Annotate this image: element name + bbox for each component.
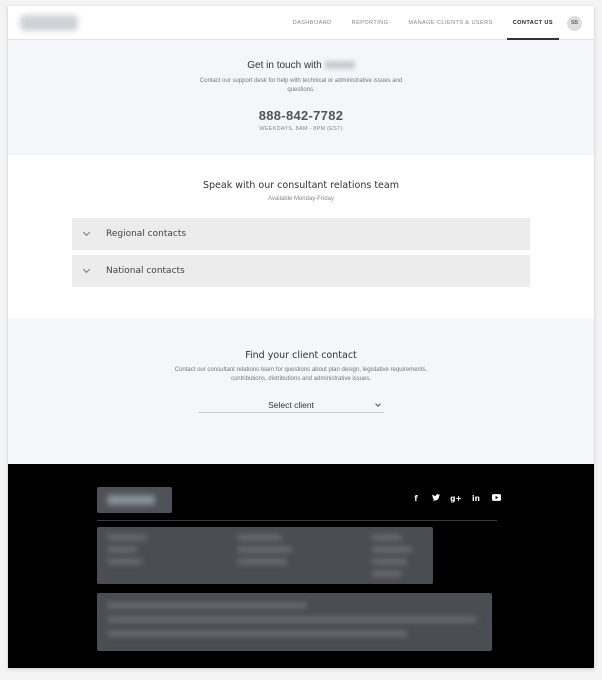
redacted-text bbox=[237, 559, 287, 564]
redacted-text bbox=[107, 547, 137, 552]
facebook-icon[interactable]: f bbox=[406, 494, 426, 503]
consultant-title: Speak with our consultant relations team bbox=[203, 180, 399, 191]
redacted-text bbox=[237, 547, 292, 552]
footer-logo-mark bbox=[107, 495, 155, 505]
client-contact-description: Contact our consultant relations team fo… bbox=[174, 367, 428, 382]
client-select-value: Select client bbox=[268, 400, 314, 410]
client-contact-title: Find your client contact bbox=[245, 350, 357, 361]
accordion-label: National contacts bbox=[106, 266, 185, 276]
nav-manage-clients-users[interactable]: MANAGE CLIENTS & USERS bbox=[398, 6, 502, 40]
support-phone[interactable]: 888-842-7782 bbox=[8, 108, 594, 123]
youtube-icon[interactable] bbox=[486, 494, 506, 503]
accordion-label: Regional contacts bbox=[106, 229, 187, 239]
client-contact-section: Find your client contact Contact our con… bbox=[8, 318, 594, 464]
redacted-text bbox=[372, 547, 412, 552]
nav-reporting[interactable]: REPORTING bbox=[342, 6, 399, 40]
footer-divider bbox=[97, 520, 497, 521]
support-section: Get in touch with Contact our support de… bbox=[8, 40, 594, 155]
brand-logo[interactable] bbox=[20, 15, 78, 31]
chevron-down-icon bbox=[83, 230, 91, 238]
nav-contact-us[interactable]: CONTACT US bbox=[503, 6, 563, 40]
google-plus-icon[interactable]: g+ bbox=[446, 494, 466, 503]
redacted-text bbox=[237, 535, 282, 540]
consultant-section: Speak with our consultant relations team… bbox=[8, 155, 594, 318]
page-frame: DASHBOARD REPORTING MANAGE CLIENTS & USE… bbox=[8, 6, 594, 668]
accordion-regional-contacts[interactable]: Regional contacts bbox=[72, 218, 530, 250]
consultant-subtitle: Available Monday-Friday bbox=[268, 196, 334, 202]
accordion-national-contacts[interactable]: National contacts bbox=[72, 255, 530, 287]
redacted-text bbox=[107, 617, 477, 622]
site-footer: f g+ in bbox=[8, 464, 594, 668]
social-links: f g+ in bbox=[406, 494, 506, 503]
redacted-text bbox=[107, 535, 147, 540]
footer-links-block bbox=[97, 527, 433, 584]
user-avatar[interactable]: SB bbox=[567, 15, 582, 31]
redacted-text bbox=[372, 559, 407, 564]
nav-dashboard[interactable]: DASHBOARD bbox=[283, 6, 342, 40]
support-description: Contact our support desk for help with t… bbox=[199, 78, 403, 93]
redacted-text bbox=[107, 603, 307, 608]
support-title: Get in touch with bbox=[8, 60, 594, 71]
chevron-down-icon bbox=[83, 267, 91, 275]
footer-legal-block bbox=[97, 593, 492, 651]
twitter-icon[interactable] bbox=[426, 494, 446, 503]
main-nav: DASHBOARD REPORTING MANAGE CLIENTS & USE… bbox=[283, 6, 594, 40]
support-hours: WEEKDAYS, 8AM - 8PM (EST) bbox=[259, 126, 343, 132]
top-header: DASHBOARD REPORTING MANAGE CLIENTS & USE… bbox=[8, 6, 594, 40]
linkedin-icon[interactable]: in bbox=[466, 494, 486, 503]
client-select[interactable]: Select client bbox=[198, 398, 384, 413]
support-title-text: Get in touch with bbox=[247, 60, 322, 71]
redacted-text bbox=[107, 631, 407, 636]
redacted-text bbox=[107, 559, 142, 564]
footer-logo[interactable] bbox=[97, 487, 172, 513]
redacted-text bbox=[372, 535, 402, 540]
redacted-text bbox=[372, 571, 402, 576]
redacted-company-name bbox=[324, 61, 355, 70]
